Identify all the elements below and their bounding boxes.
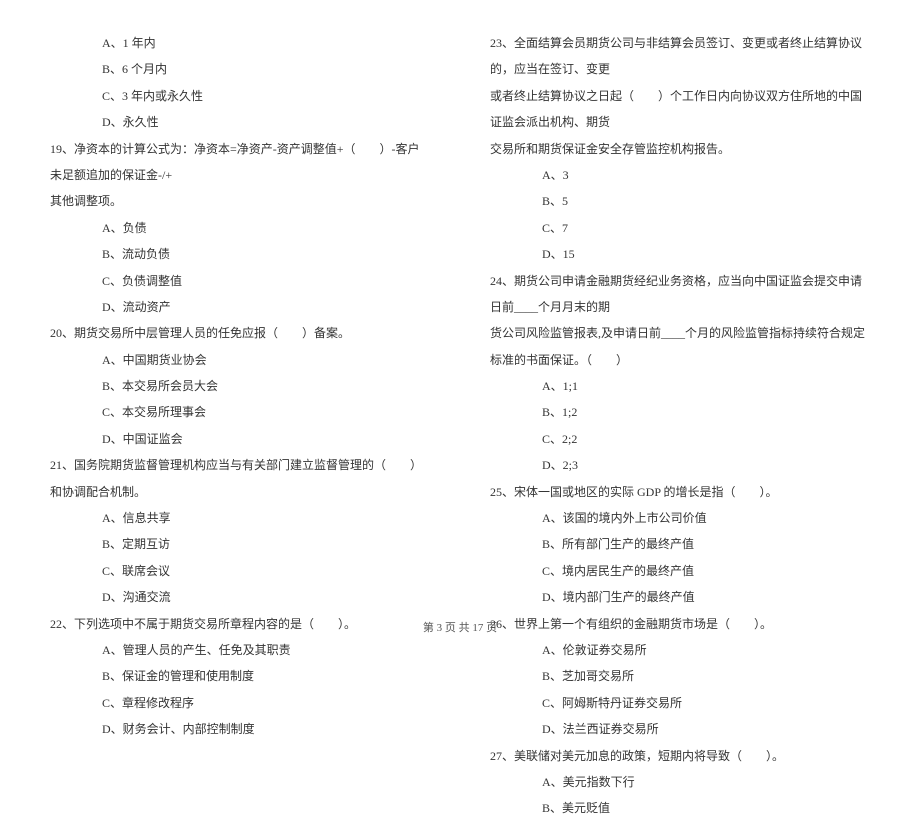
option-21d: D、沟通交流 — [50, 584, 430, 610]
question-23-cont2: 交易所和期货保证金安全存管监控机构报告。 — [490, 136, 870, 162]
question-27: 27、美联储对美元加息的政策，短期内将导致（ ）。 — [490, 743, 870, 769]
option-26c: C、阿姆斯特丹证券交易所 — [490, 690, 870, 716]
page-content: A、1 年内 B、6 个月内 C、3 年内或永久性 D、永久性 19、净资本的计… — [50, 30, 870, 580]
option-25c: C、境内居民生产的最终产值 — [490, 558, 870, 584]
option-21c: C、联席会议 — [50, 558, 430, 584]
option-26a: A、伦敦证券交易所 — [490, 637, 870, 663]
page-footer: 第 3 页 共 17 页 — [0, 619, 920, 635]
option-25d: D、境内部门生产的最终产值 — [490, 584, 870, 610]
option-24c: C、2;2 — [490, 426, 870, 452]
option-25a: A、该国的境内外上市公司价值 — [490, 505, 870, 531]
option-27b: B、美元贬值 — [490, 795, 870, 821]
question-20: 20、期货交易所中层管理人员的任免应报（ ）备案。 — [50, 320, 430, 346]
right-column: 23、全面结算会员期货公司与非结算会员签订、变更或者终止结算协议的，应当在签订、… — [490, 30, 870, 580]
option-19d: D、流动资产 — [50, 294, 430, 320]
option-18a: A、1 年内 — [50, 30, 430, 56]
option-22a: A、管理人员的产生、任免及其职责 — [50, 637, 430, 663]
question-24-cont: 货公司风险监管报表,及申请日前____个月的风险监管指标持续符合规定标准的书面保… — [490, 320, 870, 373]
option-26b: B、芝加哥交易所 — [490, 663, 870, 689]
question-19-cont: 其他调整项。 — [50, 188, 430, 214]
question-21: 21、国务院期货监督管理机构应当与有关部门建立监督管理的（ ）和协调配合机制。 — [50, 452, 430, 505]
option-22d: D、财务会计、内部控制制度 — [50, 716, 430, 742]
option-23d: D、15 — [490, 241, 870, 267]
question-24: 24、期货公司申请金融期货经纪业务资格，应当向中国证监会提交申请日前____个月… — [490, 268, 870, 321]
question-23-cont1: 或者终止结算协议之日起（ ）个工作日内向协议双方住所地的中国证监会派出机构、期货 — [490, 83, 870, 136]
question-23: 23、全面结算会员期货公司与非结算会员签订、变更或者终止结算协议的，应当在签订、… — [490, 30, 870, 83]
option-18b: B、6 个月内 — [50, 56, 430, 82]
option-20c: C、本交易所理事会 — [50, 399, 430, 425]
option-22c: C、章程修改程序 — [50, 690, 430, 716]
option-20a: A、中国期货业协会 — [50, 347, 430, 373]
option-23c: C、7 — [490, 215, 870, 241]
option-20d: D、中国证监会 — [50, 426, 430, 452]
option-20b: B、本交易所会员大会 — [50, 373, 430, 399]
option-21b: B、定期互访 — [50, 531, 430, 557]
option-18d: D、永久性 — [50, 109, 430, 135]
option-25b: B、所有部门生产的最终产值 — [490, 531, 870, 557]
option-19a: A、负债 — [50, 215, 430, 241]
option-23b: B、5 — [490, 188, 870, 214]
option-24a: A、1;1 — [490, 373, 870, 399]
option-23a: A、3 — [490, 162, 870, 188]
option-18c: C、3 年内或永久性 — [50, 83, 430, 109]
question-19: 19、净资本的计算公式为：净资本=净资产-资产调整值+（ ）-客户未足额追加的保… — [50, 136, 430, 189]
option-21a: A、信息共享 — [50, 505, 430, 531]
option-19c: C、负债调整值 — [50, 268, 430, 294]
option-24d: D、2;3 — [490, 452, 870, 478]
left-column: A、1 年内 B、6 个月内 C、3 年内或永久性 D、永久性 19、净资本的计… — [50, 30, 430, 580]
option-24b: B、1;2 — [490, 399, 870, 425]
option-22b: B、保证金的管理和使用制度 — [50, 663, 430, 689]
question-25: 25、宋体一国或地区的实际 GDP 的增长是指（ ）。 — [490, 479, 870, 505]
option-27a: A、美元指数下行 — [490, 769, 870, 795]
option-26d: D、法兰西证券交易所 — [490, 716, 870, 742]
option-19b: B、流动负债 — [50, 241, 430, 267]
